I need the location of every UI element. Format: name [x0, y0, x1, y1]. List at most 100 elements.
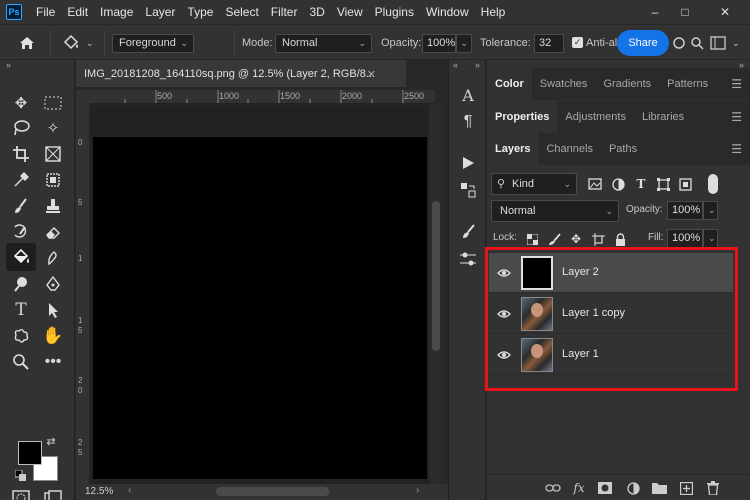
close-tab-icon[interactable]: ✕ [367, 68, 376, 81]
character-panel-icon[interactable]: A [457, 84, 479, 106]
type-tool-icon[interactable]: T [8, 297, 34, 323]
filter-adjustment-icon[interactable] [610, 176, 626, 192]
more-tools-icon[interactable]: ••• [40, 349, 66, 375]
swap-colors-icon[interactable]: ⇄ [44, 434, 58, 448]
shape-tool-icon[interactable] [8, 323, 34, 349]
brush-tool-icon[interactable] [8, 193, 34, 219]
expand-icon[interactable]: » [475, 60, 480, 70]
minimize-icon[interactable]: – [640, 0, 670, 24]
delete-layer-trash-icon[interactable] [705, 480, 721, 496]
opacity-input[interactable]: 100% [422, 34, 456, 53]
scroll-right-icon[interactable]: › [416, 485, 419, 496]
blend-mode-dropdown[interactable]: Normal ⌄ [491, 200, 619, 222]
paint-bucket-icon[interactable] [62, 25, 80, 61]
tab-patterns[interactable]: Patterns [659, 68, 716, 100]
screen-mode-icon[interactable] [40, 488, 66, 500]
history-panel-icon[interactable] [457, 179, 479, 201]
lock-transparent-icon[interactable] [524, 231, 540, 247]
vertical-scrollbar[interactable] [429, 105, 443, 485]
foreground-color-swatch[interactable] [18, 441, 42, 465]
menu-plugins[interactable]: Plugins [369, 0, 420, 24]
menu-select[interactable]: Select [219, 0, 264, 24]
mode-dropdown[interactable]: Normal ⌄ [275, 34, 372, 53]
vertical-scroll-thumb[interactable] [432, 201, 440, 351]
document-tab[interactable]: IMG_20181208_164110sq.png @ 12.5% (Layer… [76, 60, 406, 88]
tab-swatches[interactable]: Swatches [532, 68, 596, 100]
lock-all-icon[interactable] [612, 231, 628, 247]
layer-opacity-input[interactable]: 100% [667, 201, 703, 220]
fill-source-dropdown[interactable]: Foreground ⌄ [112, 34, 194, 53]
frame-tool-icon[interactable] [40, 141, 66, 167]
filter-type-icon[interactable]: T [633, 176, 649, 192]
tab-channels[interactable]: Channels [538, 133, 600, 165]
lasso-tool-icon[interactable] [8, 115, 34, 141]
workspace-icon[interactable] [710, 25, 726, 61]
zoom-level[interactable]: 12.5% [85, 486, 113, 497]
menu-help[interactable]: Help [475, 0, 512, 24]
scroll-left-icon[interactable]: ‹ [128, 485, 131, 496]
tab-properties[interactable]: Properties [487, 101, 558, 133]
tolerance-input[interactable]: 32 [534, 34, 564, 53]
default-colors-icon[interactable] [14, 469, 28, 483]
tab-libraries[interactable]: Libraries [634, 101, 692, 133]
home-icon[interactable] [18, 25, 36, 61]
filter-kind-dropdown[interactable]: ⚲ Kind ⌄ [491, 173, 577, 195]
history-brush-icon[interactable] [8, 219, 34, 245]
pen-tool-icon[interactable] [40, 271, 66, 297]
search-icon[interactable] [690, 25, 704, 61]
settings-icon[interactable] [672, 25, 686, 61]
new-layer-icon[interactable] [678, 480, 694, 496]
collapse-icon[interactable]: « [453, 60, 458, 70]
fill-input[interactable]: 100% [667, 229, 703, 248]
chevron-down-icon[interactable]: ⌄ [703, 229, 718, 248]
menu-layer[interactable]: Layer [139, 0, 181, 24]
magic-wand-icon[interactable]: ✧ [40, 115, 66, 141]
patch-tool-icon[interactable] [40, 167, 66, 193]
chevron-down-icon[interactable]: ⌄ [703, 201, 718, 220]
close-window-icon[interactable]: ✕ [710, 0, 740, 24]
menu-edit[interactable]: Edit [61, 0, 94, 24]
menu-view[interactable]: View [331, 0, 369, 24]
opacity-dropdown[interactable]: ⌄ [456, 34, 472, 53]
maximize-icon[interactable]: □ [670, 0, 700, 24]
menu-window[interactable]: Window [420, 0, 475, 24]
menu-3d[interactable]: 3D [303, 0, 330, 24]
tab-layers[interactable]: Layers [487, 133, 539, 165]
quick-mask-icon[interactable] [8, 488, 34, 500]
crop-tool-icon[interactable] [8, 141, 34, 167]
new-group-folder-icon[interactable] [651, 480, 667, 496]
filter-smart-object-icon[interactable] [677, 176, 693, 192]
lock-position-icon[interactable]: ✥ [568, 231, 584, 247]
filter-toggle-switch[interactable] [708, 174, 718, 194]
brush-settings-icon[interactable] [457, 220, 479, 242]
tab-color[interactable]: Color [487, 68, 532, 100]
chevron-down-icon[interactable]: ⌄ [86, 25, 94, 61]
menu-type[interactable]: Type [181, 0, 219, 24]
filter-shape-icon[interactable] [655, 176, 671, 192]
eraser-tool-icon[interactable] [40, 219, 66, 245]
lock-pixels-icon[interactable] [546, 231, 562, 247]
tab-gradients[interactable]: Gradients [595, 68, 659, 100]
menu-filter[interactable]: Filter [265, 0, 304, 24]
filter-pixel-icon[interactable] [587, 176, 603, 192]
anti-alias-checkbox[interactable]: ✓ [572, 37, 583, 48]
dodge-tool-icon[interactable] [8, 271, 34, 297]
tab-adjustments[interactable]: Adjustments [557, 101, 634, 133]
new-adjustment-layer-icon[interactable] [625, 480, 641, 496]
zoom-tool-icon[interactable] [8, 349, 34, 375]
path-selection-icon[interactable] [40, 297, 66, 323]
paragraph-panel-icon[interactable]: ¶ [457, 111, 479, 133]
paint-bucket-tool-icon[interactable] [6, 243, 36, 271]
horizontal-scroll-thumb[interactable] [216, 487, 329, 496]
chevron-down-icon[interactable]: ⌄ [732, 25, 740, 61]
add-mask-icon[interactable] [597, 480, 613, 496]
collapse-icon[interactable]: » [6, 60, 11, 70]
document-canvas[interactable] [93, 137, 427, 479]
tab-paths[interactable]: Paths [601, 133, 645, 165]
panel-menu-icon[interactable]: ☰ [731, 77, 742, 91]
actions-play-icon[interactable] [457, 152, 479, 174]
move-tool-icon[interactable]: ✥ [8, 90, 34, 116]
layer-style-fx-icon[interactable]: fx [571, 480, 587, 496]
panel-menu-icon[interactable]: ☰ [731, 142, 742, 156]
panel-menu-icon[interactable]: ☰ [731, 110, 742, 124]
